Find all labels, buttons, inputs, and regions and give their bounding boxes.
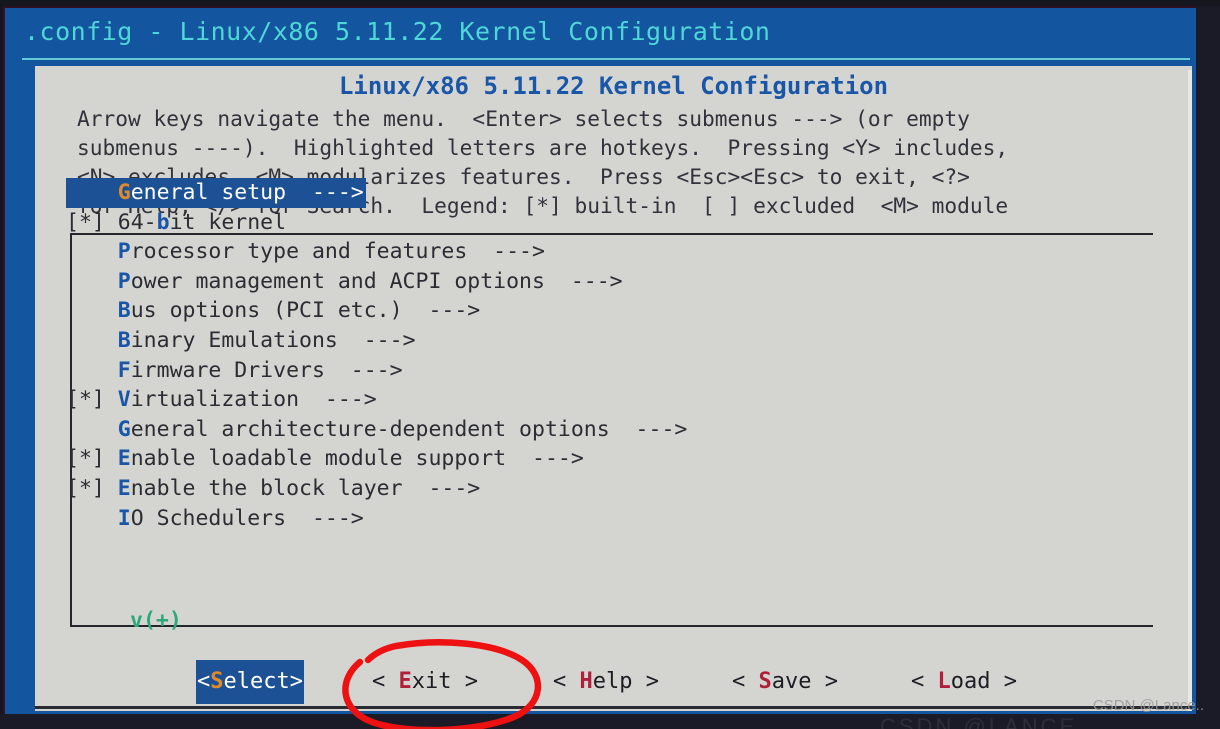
menu-item[interactable]: [*] Virtualization --->: [66, 385, 1106, 415]
select-button[interactable]: <Select>: [196, 660, 304, 704]
menu-item-hotkey: G: [117, 180, 131, 205]
menu-item-prefix: [*]: [66, 387, 118, 413]
menu-item-hotkey: G: [117, 416, 131, 442]
button-label: elp: [592, 669, 633, 694]
menu-item[interactable]: Power management and ACPI options --->: [66, 267, 1106, 297]
button-bracket-close: >: [289, 669, 303, 694]
submenu-arrow-icon: --->: [402, 298, 481, 324]
menu-item-prefix: [66, 358, 118, 383]
button-hotkey: E: [398, 669, 412, 694]
menu-item-hotkey: B: [117, 327, 131, 353]
menu-item[interactable]: Bus options (PCI etc.) --->: [66, 296, 1106, 326]
menu-item-label-cont: it kernel: [169, 209, 287, 235]
button-bracket-close: >: [632, 669, 659, 694]
submenu-arrow-icon: --->: [609, 416, 688, 442]
exit-button[interactable]: < Exit >: [372, 660, 478, 704]
screenshot-root: .config - Linux/x86 5.11.22 Kernel Confi…: [0, 0, 1220, 729]
menu-item-hotkey: V: [117, 387, 131, 413]
menu-item-label: ower management and ACPI options: [130, 268, 545, 294]
menu-item[interactable]: Binary Emulations --->: [66, 326, 1106, 356]
button-label: elect: [223, 669, 290, 694]
menu-item[interactable]: IO Schedulers --->: [66, 504, 1106, 534]
submenu-arrow-icon: --->: [506, 446, 584, 472]
bottom-separator-rule: [35, 706, 1192, 709]
menu-item-hotkey: B: [117, 298, 131, 324]
button-bracket-close: >: [811, 669, 838, 694]
menu-item[interactable]: [*] Enable the block layer --->: [66, 474, 1106, 504]
button-bracket-open: <: [372, 669, 399, 694]
dialog-title: Linux/x86 5.11.22 Kernel Configuration: [338, 72, 889, 100]
menu-item-label: inary Emulations: [130, 327, 338, 353]
menu-item-prefix: [66, 298, 118, 323]
menu-item-hotkey: F: [117, 357, 131, 383]
menu-item-hotkey: E: [117, 446, 131, 472]
menu-item-prefix: [*]: [66, 475, 118, 501]
watermark-large: CSDN @LANCE: [880, 714, 1078, 729]
scroll-down-indicator: v(+): [130, 608, 182, 633]
button-bracket-open: <: [197, 669, 211, 694]
help-button[interactable]: < Help >: [553, 660, 659, 704]
submenu-arrow-icon: --->: [286, 180, 364, 205]
frame-gap: [1080, 167, 1120, 170]
menu-item-hotkey: E: [117, 475, 131, 501]
menu-item-prefix: [*]: [66, 446, 118, 472]
submenu-arrow-icon: --->: [402, 475, 481, 501]
menu-item-label: us options (PCI etc.): [130, 298, 403, 324]
title-separator-rule: [22, 58, 1190, 60]
menu-list: General setup ---> [*] 64-bit kernel Proc…: [66, 178, 1106, 533]
button-hotkey: S: [758, 669, 772, 694]
dialog-button-bar: <Select> < Exit > < Help > < Save > < Lo…: [35, 660, 1192, 704]
menu-item-label: 64-: [117, 209, 157, 235]
menu-item-hotkey: P: [117, 268, 131, 294]
save-button[interactable]: < Save >: [732, 660, 838, 704]
menu-item-label: eneral architecture-dependent options: [130, 416, 610, 442]
menu-item-prefix: [66, 506, 118, 531]
menu-item-hotkey: I: [117, 505, 131, 531]
menu-item[interactable]: [*] Enable loadable module support --->: [66, 444, 1106, 474]
menu-item-label: rocessor type and features: [130, 239, 468, 265]
load-button[interactable]: < Load >: [911, 660, 1017, 704]
window-title: .config - Linux/x86 5.11.22 Kernel Confi…: [24, 17, 771, 46]
menu-item-prefix: [*]: [66, 209, 118, 235]
submenu-arrow-icon: --->: [286, 505, 364, 531]
button-bracket-open: <: [732, 669, 759, 694]
menu-item[interactable]: Processor type and features --->: [66, 237, 1106, 267]
submenu-arrow-icon: --->: [299, 387, 377, 413]
menu-item-label: nable loadable module support: [130, 446, 507, 472]
submenu-arrow-icon: --->: [324, 357, 403, 383]
button-label: oad: [950, 669, 991, 694]
menu-item-hotkey: P: [117, 239, 131, 265]
button-hotkey: S: [210, 669, 224, 694]
menu-item-prefix: [66, 180, 118, 205]
menu-item[interactable]: General architecture-dependent options -…: [66, 415, 1106, 445]
button-bracket-open: <: [911, 669, 938, 694]
menu-item-prefix: [66, 328, 118, 353]
menu-item[interactable]: [*] 64-bit kernel: [66, 208, 1106, 238]
submenu-arrow-icon: --->: [544, 268, 623, 294]
watermark-small: CSDN @Lance..: [1092, 697, 1204, 714]
button-label: ave: [771, 669, 812, 694]
menu-item-prefix: [66, 269, 118, 294]
menu-item-prefix: [66, 417, 118, 442]
button-hotkey: L: [937, 669, 951, 694]
menu-item-label: eneral setup: [130, 180, 287, 205]
menu-item-label: irtualization: [130, 387, 300, 413]
submenu-arrow-icon: --->: [337, 327, 416, 353]
menu-item-label: irmware Drivers: [130, 357, 325, 383]
menu-item-prefix: [66, 239, 118, 264]
button-bracket-close: >: [990, 669, 1017, 694]
button-hotkey: H: [579, 669, 593, 694]
menu-item-hotkey: b: [156, 209, 170, 235]
submenu-arrow-icon: --->: [467, 239, 545, 265]
menu-item-label: nable the block layer: [130, 475, 403, 501]
menu-item-label: O Schedulers: [130, 505, 287, 531]
dialog-right-edge: [1188, 70, 1192, 711]
button-bracket-close: >: [451, 669, 478, 694]
button-bracket-open: <: [553, 669, 580, 694]
menu-item[interactable]: General setup --->: [66, 178, 366, 208]
menu-item[interactable]: Firmware Drivers --->: [66, 356, 1106, 386]
desktop-background-right: [1196, 6, 1220, 729]
button-label: xit: [411, 669, 452, 694]
